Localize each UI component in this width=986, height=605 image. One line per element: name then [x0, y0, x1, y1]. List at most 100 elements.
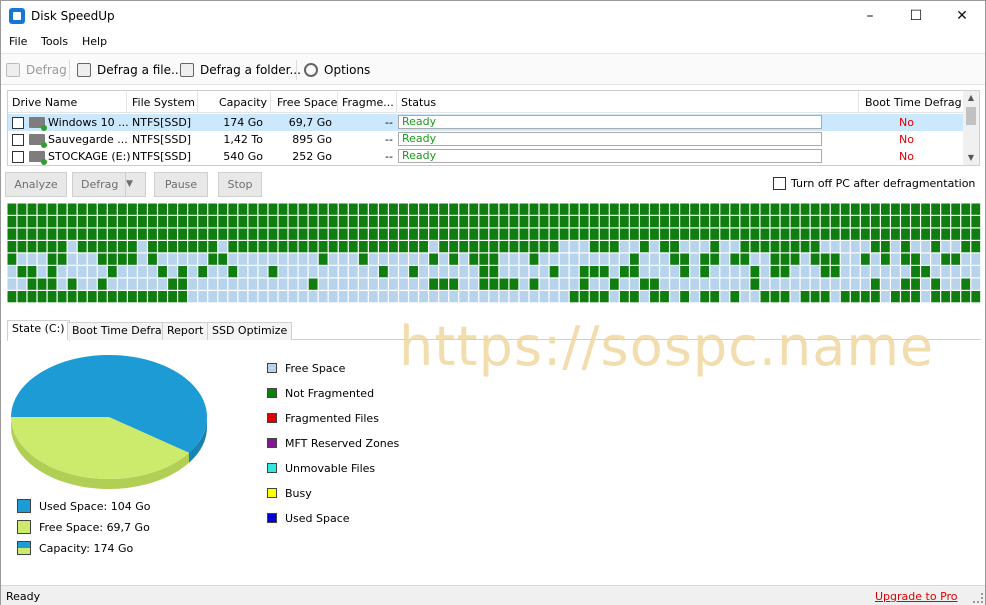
scroll-up-icon[interactable]: ▲ — [963, 91, 979, 105]
cluster-cell — [770, 241, 780, 253]
scroll-thumb[interactable] — [966, 107, 976, 125]
defrag-file-button[interactable]: Defrag a file... — [77, 61, 182, 79]
cluster-cell — [720, 253, 730, 265]
cluster-cell — [941, 228, 951, 240]
turn-off-checkbox[interactable] — [773, 177, 786, 190]
cluster-cell — [971, 216, 981, 228]
cluster-cell — [198, 216, 208, 228]
column-divider[interactable] — [270, 91, 271, 113]
legend-swatch — [267, 388, 277, 398]
col-capacity[interactable]: Capacity — [219, 96, 267, 109]
scroll-down-icon[interactable]: ▼ — [963, 151, 979, 165]
close-button[interactable]: ✕ — [939, 1, 985, 31]
menu-tools[interactable]: Tools — [41, 35, 68, 48]
cluster-cell — [459, 266, 469, 278]
cluster-cell — [208, 291, 218, 303]
cluster-map — [7, 203, 981, 303]
col-status[interactable]: Status — [401, 96, 436, 109]
cluster-cell — [720, 278, 730, 290]
legend-swatch — [267, 513, 277, 523]
cluster-cell — [579, 203, 589, 215]
cluster-cell — [589, 216, 599, 228]
maximize-button[interactable]: ☐ — [893, 1, 939, 31]
cluster-cell — [690, 291, 700, 303]
cluster-cell — [820, 241, 830, 253]
cluster-cell — [409, 203, 418, 215]
column-divider[interactable] — [858, 91, 859, 113]
drive-checkbox[interactable] — [12, 151, 24, 163]
menu-help[interactable]: Help — [82, 35, 107, 48]
column-divider[interactable] — [126, 91, 127, 113]
menu-file[interactable]: File — [9, 35, 27, 48]
cluster-cell — [840, 253, 850, 265]
legend-capacity: Capacity: 174 Go — [17, 540, 133, 556]
cluster-cell — [449, 266, 459, 278]
table-row[interactable]: Windows 10 ... NTFS[SSD] 174 Go 69,7 Go … — [8, 114, 964, 131]
cluster-cell — [629, 266, 639, 278]
defrag-folder-button[interactable]: Defrag a folder... — [180, 61, 301, 79]
cluster-cell — [238, 241, 248, 253]
defrag-button-label: Defrag — [81, 178, 119, 191]
pause-button[interactable]: Pause — [154, 172, 208, 197]
cluster-cell — [288, 253, 298, 265]
options-button[interactable]: Options — [304, 61, 370, 79]
cluster-cell — [469, 291, 479, 303]
cluster-cell — [619, 278, 629, 290]
drive-list-scrollbar[interactable]: ▲ ▼ — [963, 91, 979, 165]
col-drive-name[interactable]: Drive Name — [12, 96, 77, 109]
cluster-cell — [951, 266, 961, 278]
cluster-cell — [348, 216, 358, 228]
cluster-cell — [529, 241, 539, 253]
col-free-space[interactable]: Free Space — [277, 96, 337, 109]
stop-button[interactable]: Stop — [218, 172, 262, 197]
legend-label: Capacity: 174 Go — [39, 541, 134, 555]
tab-boot-time-defrag[interactable]: Boot Time Defrag — [67, 322, 174, 340]
cluster-cell — [559, 253, 569, 265]
cluster-cell — [519, 253, 529, 265]
cluster-cell — [589, 241, 599, 253]
col-boot-time-defrag[interactable]: Boot Time Defrag — [865, 96, 962, 109]
cluster-cell — [499, 241, 509, 253]
cluster-cell — [830, 278, 840, 290]
cluster-cell — [891, 253, 900, 265]
defrag-toolbar-button[interactable]: Defrag — [6, 61, 67, 79]
drive-checkbox[interactable] — [12, 134, 24, 146]
tab-ssd-optimize[interactable]: SSD Optimize — [207, 322, 293, 340]
chevron-down-icon[interactable]: ▼ — [125, 173, 145, 196]
tab-report[interactable]: Report — [162, 322, 209, 340]
cluster-cell — [961, 291, 971, 303]
col-file-system[interactable]: File System — [132, 96, 195, 109]
col-fragmented[interactable]: Fragme... — [342, 96, 394, 109]
minimize-button[interactable]: – — [847, 1, 893, 31]
table-row[interactable]: Sauvegarde ... NTFS[SSD] 1,42 To 895 Go … — [8, 131, 964, 148]
tab-state[interactable]: State (C:) — [7, 320, 70, 341]
cluster-cell — [308, 291, 318, 303]
table-row[interactable]: STOCKAGE (E:) NTFS[SSD] 540 Go 252 Go --… — [8, 148, 964, 165]
cluster-cell — [268, 228, 278, 240]
toolbar-separator — [296, 60, 297, 80]
cluster-cell — [700, 228, 710, 240]
cluster-cell — [378, 216, 388, 228]
cluster-cell — [158, 228, 167, 240]
cluster-cell — [238, 228, 248, 240]
column-divider[interactable] — [337, 91, 338, 113]
legend-label: Used Space: 104 Go — [39, 499, 151, 513]
column-divider[interactable] — [396, 91, 397, 113]
legend-swatch — [17, 499, 31, 513]
cluster-cell — [720, 203, 730, 215]
cluster-cell — [951, 203, 961, 215]
column-divider[interactable] — [197, 91, 198, 113]
analyze-button[interactable]: Analyze — [5, 172, 67, 197]
cluster-cell — [660, 216, 669, 228]
cluster-cell — [168, 291, 177, 303]
cluster-cell — [961, 203, 971, 215]
cluster-cell — [87, 278, 97, 290]
cluster-cell — [268, 291, 278, 303]
cluster-cell — [911, 266, 920, 278]
drive-frag: -- — [385, 150, 393, 163]
defrag-button[interactable]: Defrag ▼ — [72, 172, 146, 197]
drive-checkbox[interactable] — [12, 117, 24, 129]
resize-grip-icon[interactable] — [973, 593, 983, 603]
cluster-cell — [650, 241, 659, 253]
upgrade-link[interactable]: Upgrade to Pro — [875, 590, 958, 603]
